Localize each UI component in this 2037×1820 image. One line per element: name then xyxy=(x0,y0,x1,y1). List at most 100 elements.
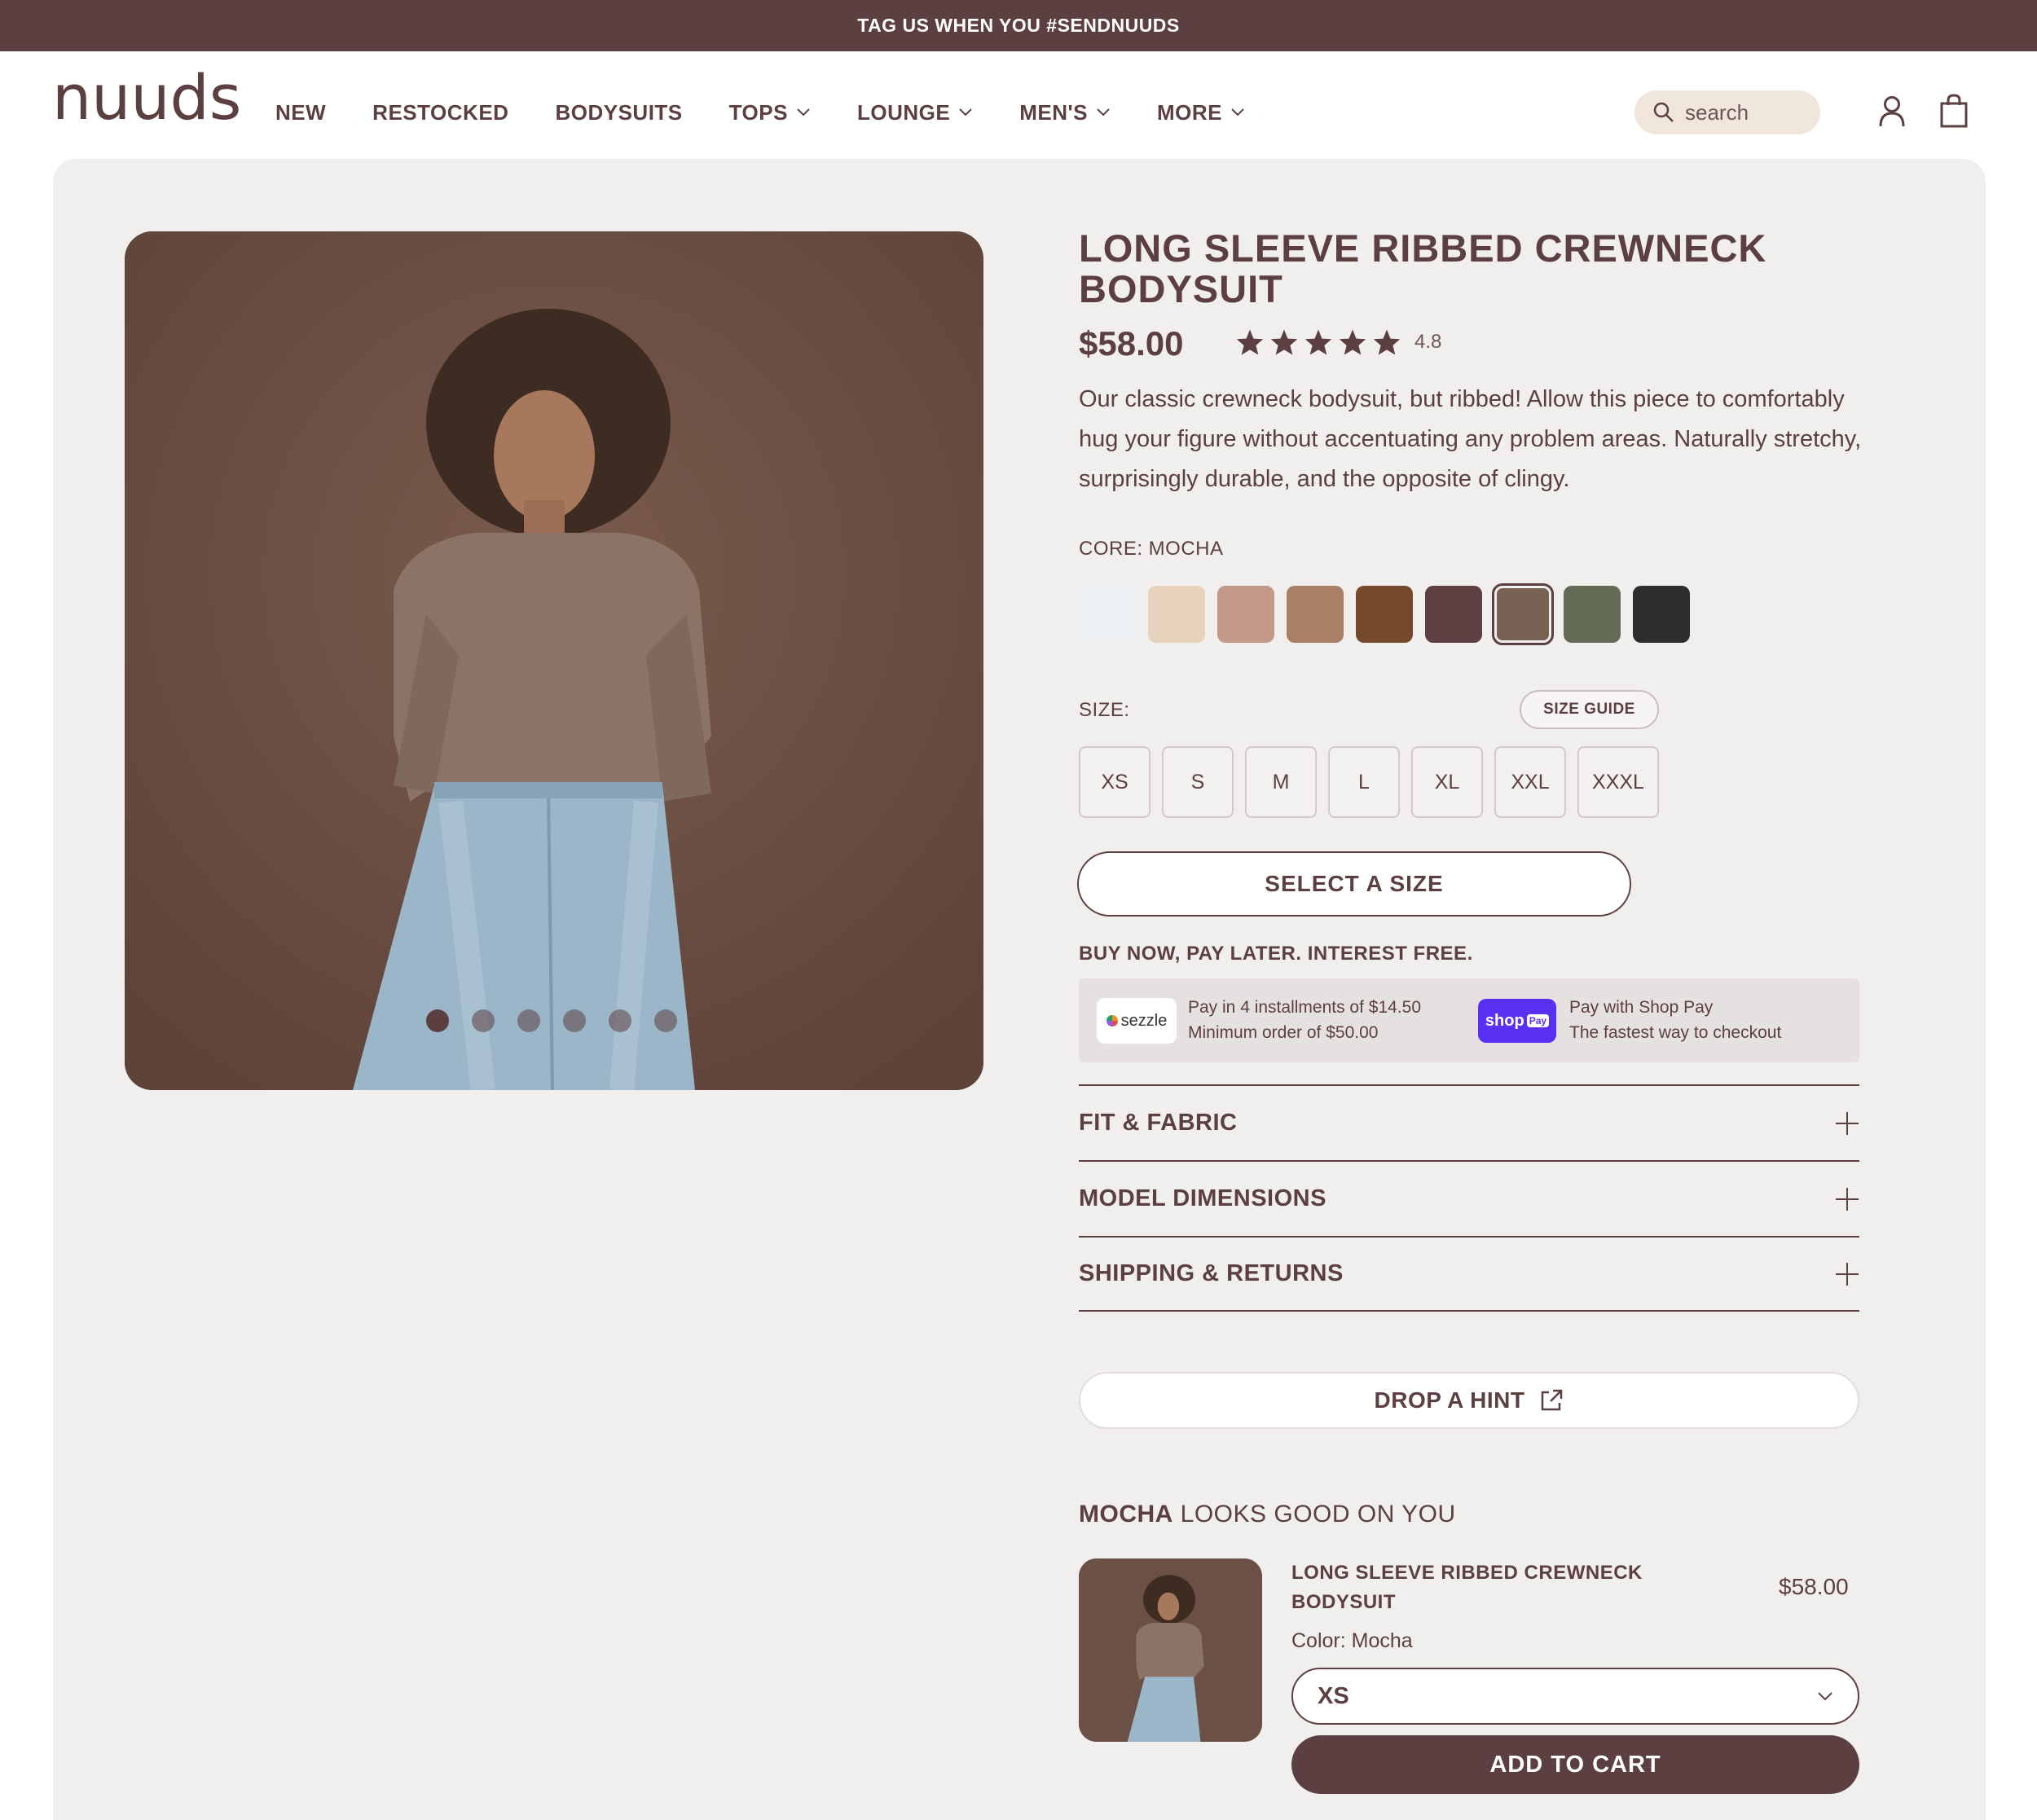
shoppay-logo[interactable]: shop Pay xyxy=(1478,999,1556,1043)
color-swatch[interactable] xyxy=(1425,586,1482,643)
nav-label: RESTOCKED xyxy=(372,99,509,125)
gallery-dot[interactable] xyxy=(609,1009,631,1032)
rating-stars[interactable]: 4.8 xyxy=(1235,328,1441,356)
upsell-size-select[interactable]: XS xyxy=(1291,1668,1859,1725)
accordion-shipping-returns[interactable]: SHIPPING & RETURNS xyxy=(1079,1236,1859,1312)
accordion-label: FIT & FABRIC xyxy=(1079,1110,1238,1136)
product-accordion: FIT & FABRIC MODEL DIMENSIONS SHIPPING &… xyxy=(1079,1084,1859,1312)
color-swatch[interactable] xyxy=(1217,586,1274,643)
plus-icon xyxy=(1836,1111,1859,1135)
product-description: Our classic crewneck bodysuit, but ribbe… xyxy=(1079,386,1862,492)
color-swatches xyxy=(1079,583,1702,645)
select-size-button[interactable]: SELECT A SIZE xyxy=(1077,851,1631,917)
color-swatch[interactable] xyxy=(1356,586,1413,643)
shoppay-line1: Pay with Shop Pay xyxy=(1569,998,1714,1017)
chevron-down-icon xyxy=(1818,1692,1832,1701)
nav-label: TOPS xyxy=(728,99,788,125)
looks-rest: LOOKS GOOD ON YOU xyxy=(1172,1501,1456,1528)
size-option-xxl[interactable]: XXL xyxy=(1494,746,1566,818)
shoppay-wordmark: shop xyxy=(1485,1011,1524,1030)
nav-item-new[interactable]: NEW xyxy=(275,100,326,125)
sezzle-mark-icon xyxy=(1106,1015,1118,1026)
plus-icon xyxy=(1836,1187,1859,1211)
sezzle-wordmark: sezzle xyxy=(1120,1011,1168,1030)
looks-heading: MOCHA LOOKS GOOD ON YOU xyxy=(1079,1501,1456,1528)
nav-item-more[interactable]: MORE xyxy=(1157,100,1245,125)
size-option-xl[interactable]: XL xyxy=(1411,746,1483,818)
upsell-photo xyxy=(1079,1558,1262,1742)
sezzle-info: Pay in 4 installments of $14.50 Minimum … xyxy=(1188,995,1421,1045)
star-icon xyxy=(1339,329,1366,355)
gallery-dot[interactable] xyxy=(563,1009,586,1032)
plus-icon xyxy=(1836,1262,1859,1286)
size-guide-button[interactable]: SIZE GUIDE xyxy=(1520,690,1659,729)
bnpl-box: sezzle Pay in 4 installments of $14.50 M… xyxy=(1079,978,1859,1062)
user-icon[interactable] xyxy=(1878,95,1906,128)
color-swatch[interactable] xyxy=(1492,583,1554,645)
gallery-dot[interactable] xyxy=(654,1009,677,1032)
shopping-bag-icon[interactable] xyxy=(1939,94,1969,128)
rating-value: 4.8 xyxy=(1414,331,1442,353)
upsell-title[interactable]: LONG SLEEVE RIBBED CREWNECK BODYSUIT xyxy=(1291,1558,1715,1617)
size-label: SIZE: xyxy=(1079,699,1130,721)
external-link-icon xyxy=(1542,1389,1563,1411)
chevron-down-icon xyxy=(1097,108,1110,116)
gallery-dot[interactable] xyxy=(472,1009,495,1032)
nav-item-restocked[interactable]: RESTOCKED xyxy=(372,100,508,125)
accordion-model-dimensions[interactable]: MODEL DIMENSIONS xyxy=(1079,1160,1859,1236)
search-input[interactable] xyxy=(1685,99,1807,125)
product-price: $58.00 xyxy=(1079,324,1184,363)
upsell-thumbnail[interactable] xyxy=(1079,1558,1262,1742)
drop-a-hint-button[interactable]: DROP A HINT xyxy=(1079,1372,1859,1429)
promo-text: TAG US WHEN YOU #SENDNUUDS xyxy=(857,15,1180,36)
nav-item-bodysuits[interactable]: BODYSUITS xyxy=(555,100,682,125)
product-image[interactable] xyxy=(125,231,983,1090)
accordion-fit-fabric[interactable]: FIT & FABRIC xyxy=(1079,1084,1859,1160)
size-option-xxxl[interactable]: XXXL xyxy=(1577,746,1659,818)
size-option-l[interactable]: L xyxy=(1328,746,1400,818)
star-icon xyxy=(1236,329,1264,355)
nav-label: NEW xyxy=(275,99,327,125)
search-icon xyxy=(1653,102,1674,122)
accordion-label: SHIPPING & RETURNS xyxy=(1079,1260,1344,1286)
main-nav: NEW RESTOCKED BODYSUITS TOPS LOUNGE MEN'… xyxy=(275,96,1291,129)
color-swatch[interactable] xyxy=(1633,586,1690,643)
chevron-down-icon xyxy=(1231,108,1244,116)
nav-item-tops[interactable]: TOPS xyxy=(729,100,811,125)
add-to-cart-button[interactable]: ADD TO CART xyxy=(1291,1735,1859,1794)
color-swatch[interactable] xyxy=(1148,586,1205,643)
sezzle-line1: Pay in 4 installments of $14.50 xyxy=(1188,998,1422,1017)
star-icon xyxy=(1373,329,1401,355)
gallery-dots xyxy=(426,1009,700,1032)
brand-logo[interactable]: nuuds xyxy=(52,67,241,129)
size-option-m[interactable]: M xyxy=(1245,746,1317,818)
nav-label: BODYSUITS xyxy=(555,99,683,125)
model-photo xyxy=(125,231,983,1090)
search-box[interactable] xyxy=(1634,90,1820,134)
sezzle-logo[interactable]: sezzle xyxy=(1097,998,1177,1044)
nav-item-mens[interactable]: MEN'S xyxy=(1019,100,1111,125)
gallery-dot[interactable] xyxy=(517,1009,540,1032)
shoppay-badge: Pay xyxy=(1526,1014,1550,1027)
nav-label: MEN'S xyxy=(1019,99,1089,125)
size-option-s[interactable]: S xyxy=(1162,746,1234,818)
chevron-down-icon xyxy=(797,108,810,116)
color-swatch[interactable] xyxy=(1079,586,1136,643)
nav-label: LOUNGE xyxy=(856,99,951,125)
product-title: LONG SLEEVE RIBBED CREWNECK BODYSUIT xyxy=(1079,226,1767,310)
promo-banner: TAG US WHEN YOU #SENDNUUDS xyxy=(0,0,2037,51)
color-swatch[interactable] xyxy=(1564,586,1621,643)
upsell-size-value: XS xyxy=(1318,1682,1349,1709)
hint-label: DROP A HINT xyxy=(1374,1387,1525,1413)
looks-color: MOCHA xyxy=(1079,1501,1173,1528)
star-icon xyxy=(1304,329,1332,355)
color-swatch[interactable] xyxy=(1287,586,1344,643)
gallery-dot[interactable] xyxy=(426,1009,449,1032)
bnpl-title: BUY NOW, PAY LATER. INTEREST FREE. xyxy=(1079,943,1473,965)
nav-item-lounge[interactable]: LOUNGE xyxy=(857,100,973,125)
color-label: CORE: MOCHA xyxy=(1079,538,1224,560)
chevron-down-icon xyxy=(959,108,972,116)
accordion-label: MODEL DIMENSIONS xyxy=(1079,1185,1326,1211)
size-option-xs[interactable]: XS xyxy=(1079,746,1150,818)
upsell-price: $58.00 xyxy=(1779,1574,1849,1599)
